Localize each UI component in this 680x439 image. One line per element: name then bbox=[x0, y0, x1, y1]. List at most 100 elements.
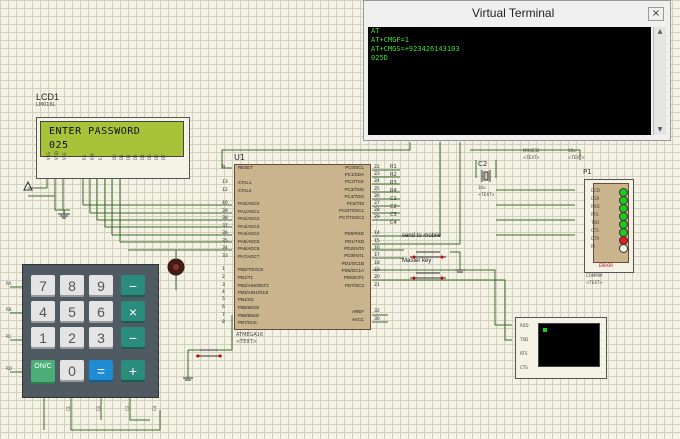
mcu-pin-name: PD2/INT0 bbox=[344, 246, 364, 251]
compim-pin: RI bbox=[591, 244, 595, 249]
terminal-line: AT bbox=[371, 27, 380, 35]
master-key-button[interactable] bbox=[408, 265, 448, 280]
mcu-part-label: ATMEGA16 bbox=[236, 332, 264, 338]
label-r2: R2 bbox=[390, 172, 397, 178]
keypad-col-label: C3 bbox=[125, 405, 131, 412]
mcu-pin-number: 27 bbox=[374, 201, 380, 206]
keypad-key[interactable]: 1 bbox=[31, 327, 55, 349]
lcd-pin-d1: D1 bbox=[119, 154, 124, 160]
crystal-ref-label: C2 bbox=[478, 160, 488, 168]
mcu-pin-number: 28 bbox=[374, 208, 380, 213]
mcu-pin-name: PD7/OC2 bbox=[344, 283, 364, 288]
keypad-key[interactable]: 9 bbox=[89, 275, 113, 297]
terminal-scrollbar[interactable]: ▲ ▼ bbox=[653, 27, 666, 135]
mcu-pin-name: PC2/TCK bbox=[344, 179, 364, 184]
scope-pin: RTS bbox=[520, 351, 528, 356]
mcu-pin-name: PD4/OC1B bbox=[341, 261, 364, 266]
compim-name: COMPIM bbox=[586, 273, 603, 278]
lcd-pin-d2: D2 bbox=[126, 154, 131, 160]
virtual-terminal-window[interactable]: Virtual Terminal × AT AT+CMGF=1 AT+CMGS=… bbox=[363, 0, 671, 141]
keypad-key[interactable]: 0 bbox=[60, 360, 84, 382]
keypad-key[interactable]: − bbox=[121, 275, 145, 297]
mcu-pin-name: PB1/T1 bbox=[238, 275, 254, 280]
mcu-pin-name: PD1/TXD bbox=[344, 239, 364, 244]
terminal-titlebar[interactable]: Virtual Terminal × bbox=[364, 1, 670, 25]
mcu-pin-number: 7 bbox=[222, 313, 225, 318]
mcu-pin-number: 6 bbox=[222, 305, 225, 310]
mcu-pin-name: PD5/OC1A bbox=[341, 268, 364, 273]
mcu-pin-number: 40 bbox=[222, 201, 228, 206]
compim-pin: RTS bbox=[591, 212, 599, 217]
scope-pin: RXD bbox=[520, 323, 529, 328]
crystal-component[interactable] bbox=[472, 168, 500, 184]
mcu-pin-number: 34 bbox=[222, 246, 228, 251]
lcd-pin-vdd: VDD bbox=[54, 151, 59, 160]
scope-screen bbox=[538, 323, 600, 367]
scope-pin: CTS bbox=[520, 365, 528, 370]
keypad-col-label: C4 bbox=[152, 405, 158, 412]
keypad-row-label: RC bbox=[6, 334, 12, 339]
close-button[interactable]: × bbox=[648, 7, 664, 21]
lcd-model-label: LM016L bbox=[36, 102, 56, 108]
max232-label: MAX232 bbox=[523, 148, 540, 153]
terminal-line: AT+CMGS=+923426143103 bbox=[371, 45, 460, 53]
keypad-row-label: RB bbox=[6, 307, 12, 312]
keypad-key[interactable]: 4 bbox=[31, 301, 55, 323]
keypad[interactable]: 7 8 9−4 5 6 × 1 2 3− ON/C 0 = + bbox=[22, 264, 159, 398]
mcu-pin-name: PD0/RXD bbox=[344, 231, 364, 236]
mcu-pin-name: PB2/AIN0/INT2 bbox=[238, 283, 269, 288]
terminal-line: 025D bbox=[371, 54, 388, 62]
keypad-key[interactable]: 8 bbox=[60, 275, 84, 297]
mcu-pin-name: PA4/ADC4 bbox=[238, 231, 260, 236]
keypad-key[interactable]: 2 bbox=[60, 327, 84, 349]
scroll-up-icon[interactable]: ▲ bbox=[654, 27, 666, 37]
mcu-pin-number: 20 bbox=[374, 275, 380, 280]
mcu-pin-number: 22 bbox=[374, 165, 380, 170]
send-to-mobile-button[interactable] bbox=[408, 244, 448, 259]
mcu-pin-name: PB5/MOSI bbox=[238, 305, 260, 310]
keypad-key[interactable]: 5 bbox=[60, 301, 84, 323]
compim-pin: RXD bbox=[591, 204, 600, 209]
mcu-pin-number: 24 bbox=[374, 179, 380, 184]
keypad-key[interactable]: 7 bbox=[31, 275, 55, 297]
mcu-pin-name: PC7/TOSC2 bbox=[339, 215, 364, 220]
mcu-pin-number: 15 bbox=[374, 239, 380, 244]
keypad-col-label: C1 bbox=[66, 405, 72, 412]
mcu-pin-number: 38 bbox=[222, 216, 228, 221]
keypad-key[interactable]: + bbox=[121, 360, 145, 382]
scroll-down-icon[interactable]: ▼ bbox=[654, 125, 666, 135]
compim-text-tag: <TEXT> bbox=[586, 280, 603, 285]
mcu-pin-number: 1 bbox=[222, 267, 225, 272]
label-r1: R1 bbox=[390, 164, 397, 170]
keypad-key[interactable]: − bbox=[121, 327, 145, 349]
mcu-pin-name: PA7/ADC7 bbox=[238, 254, 260, 259]
mcu-pin-name: AREF bbox=[351, 309, 364, 314]
compim-connector[interactable]: DCD DSR RXD RTS TXD CTS DTR RI ERROR bbox=[584, 179, 634, 273]
compim-pin: DTR bbox=[591, 236, 600, 241]
keypad-key[interactable]: 6 bbox=[89, 301, 113, 323]
mcu-pin-name: PB6/MISO bbox=[238, 313, 260, 318]
terminal-line: AT+CMGF=1 bbox=[371, 36, 409, 44]
serial-monitor[interactable]: RXD TXD RTS CTS bbox=[515, 317, 607, 379]
crystal-text-tag: <TEXT> bbox=[478, 192, 495, 197]
terminal-title: Virtual Terminal bbox=[472, 6, 555, 20]
mcu-pin-number: 12 bbox=[222, 188, 228, 193]
label-c3: C3 bbox=[390, 212, 397, 218]
mcu-pin-number: 17 bbox=[374, 253, 380, 258]
keypad-key[interactable]: = bbox=[89, 360, 113, 382]
reset-switch[interactable] bbox=[194, 343, 224, 358]
mcu-pin-name: PC6/TOSC1 bbox=[339, 208, 364, 213]
mcu-pin-number: 18 bbox=[374, 261, 380, 266]
keypad-row-label: RD bbox=[6, 366, 12, 371]
led-icon bbox=[543, 328, 547, 332]
keypad-col-label: C2 bbox=[96, 405, 102, 412]
mcu-pin-name: XTAL2 bbox=[238, 188, 252, 193]
mcu-pin-number: 25 bbox=[374, 187, 380, 192]
keypad-key[interactable]: × bbox=[121, 301, 145, 323]
buzzer-icon[interactable] bbox=[166, 257, 186, 277]
mcu-pin-name: AVCC bbox=[351, 317, 364, 322]
keypad-key[interactable]: 3 bbox=[89, 327, 113, 349]
keypad-key[interactable]: ON/C bbox=[31, 360, 55, 384]
label-c1: C1 bbox=[390, 196, 397, 202]
terminal-output[interactable]: AT AT+CMGF=1 AT+CMGS=+923426143103 025D bbox=[368, 27, 651, 135]
